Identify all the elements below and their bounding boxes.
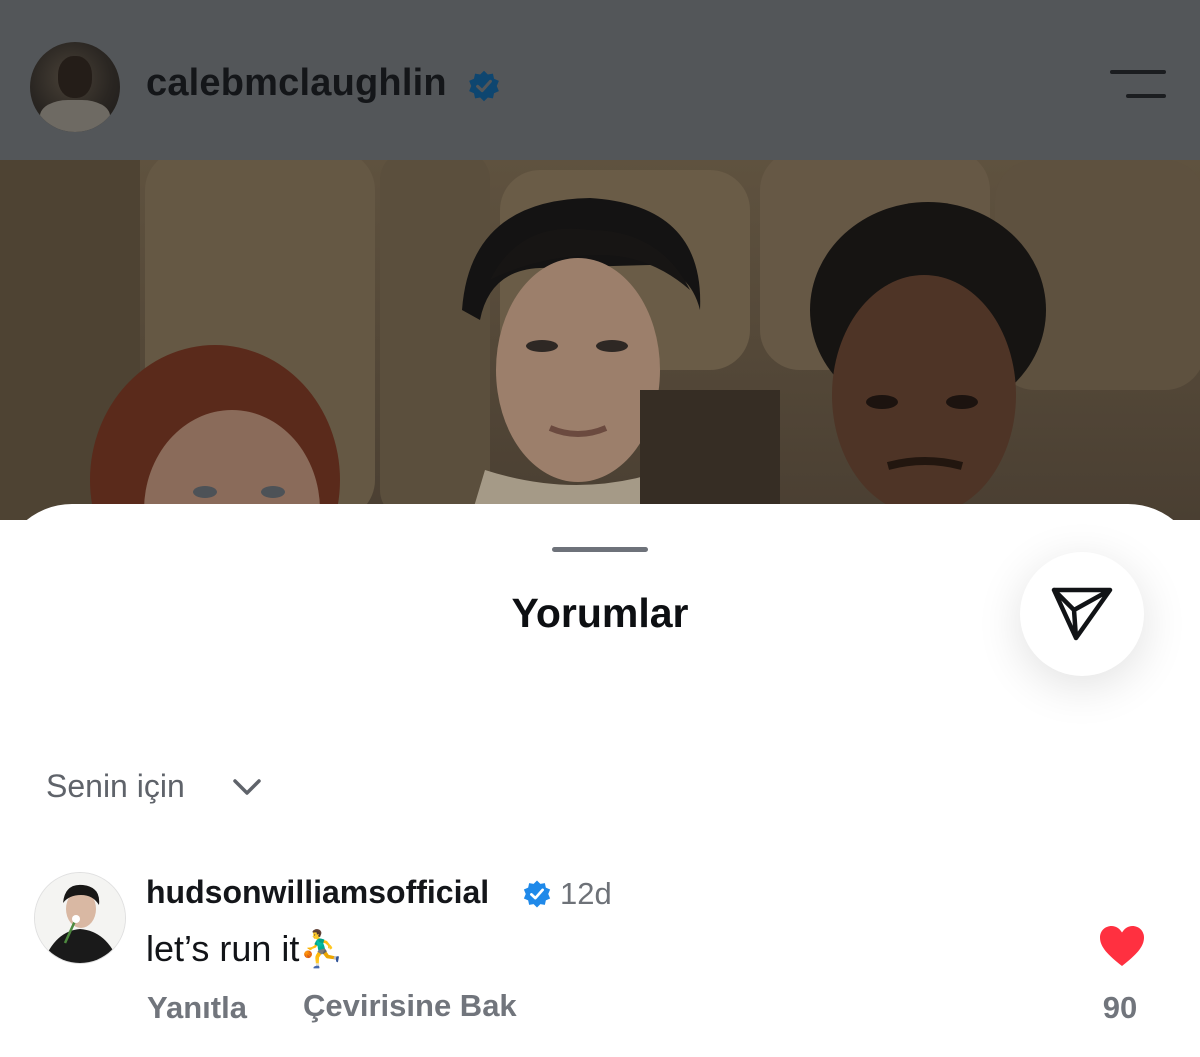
verified-icon xyxy=(523,880,551,908)
comments-sheet: Yorumlar Senin için hudsonwilliamsoffici… xyxy=(0,504,1200,1057)
post-username[interactable]: calebmclaughlin xyxy=(146,62,447,105)
post-header: calebmclaughlin xyxy=(0,0,1200,160)
filter-label: Senin için xyxy=(46,768,185,804)
reply-button[interactable]: Yanıtla xyxy=(147,990,247,1026)
avatar-figure xyxy=(40,100,110,132)
post-photo-image xyxy=(0,160,1200,520)
paper-plane-send-icon xyxy=(1051,587,1113,641)
commenter-avatar[interactable] xyxy=(34,872,126,964)
menu-bar xyxy=(1110,70,1166,74)
see-translation-button[interactable]: Çevirisine Bak xyxy=(303,988,517,1024)
menu-icon[interactable] xyxy=(1108,70,1166,104)
avatar-face xyxy=(58,56,92,98)
drag-handle[interactable] xyxy=(552,547,648,552)
instagram-comments-screen: calebmclaughlin Yorumlar Senin için huds… xyxy=(0,0,1200,1057)
comment-text: let’s run it⛹️‍♂️ xyxy=(146,928,345,969)
commenter-photo xyxy=(35,873,125,963)
verified-icon xyxy=(469,70,499,102)
avatar[interactable] xyxy=(30,42,120,132)
like-count: 90 xyxy=(1102,990,1138,1025)
heart-icon[interactable] xyxy=(1098,924,1146,968)
comment-timestamp: 12d xyxy=(560,876,612,911)
menu-bar xyxy=(1126,94,1166,98)
comment-username[interactable]: hudsonwilliamsofficial xyxy=(146,874,489,911)
post-photo xyxy=(0,160,1200,520)
chevron-down-icon xyxy=(233,779,261,795)
comment-filter-dropdown[interactable]: Senin için xyxy=(46,768,261,808)
share-button[interactable] xyxy=(1020,552,1144,676)
